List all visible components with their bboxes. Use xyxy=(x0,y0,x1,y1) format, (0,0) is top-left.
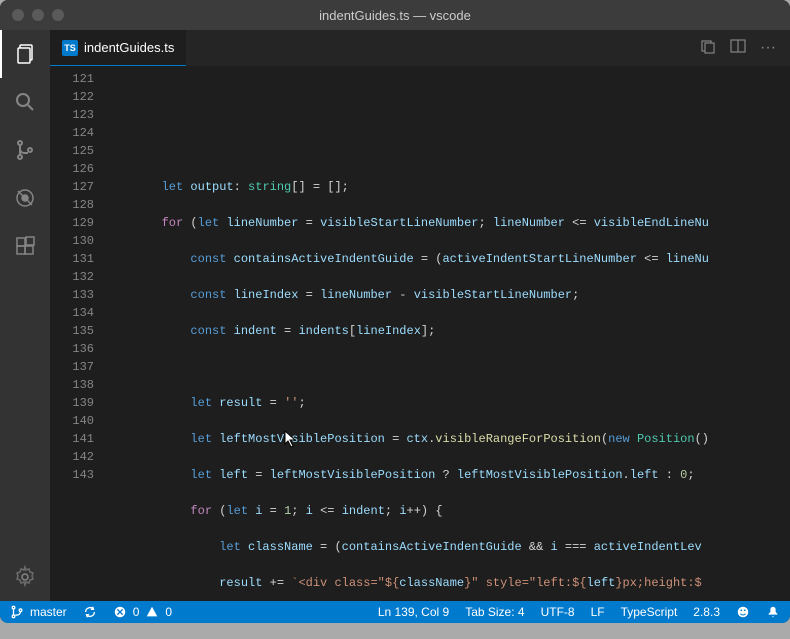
line-number: 133 xyxy=(50,286,94,304)
line-number: 137 xyxy=(50,358,94,376)
more-actions-icon[interactable]: ··· xyxy=(760,40,776,56)
mouse-cursor-icon xyxy=(284,430,298,448)
extensions-icon[interactable] xyxy=(0,222,50,270)
line-number: 131 xyxy=(50,250,94,268)
window-title: indentGuides.ts — vscode xyxy=(319,8,471,23)
code-content[interactable]: let output: string[] = []; for (let line… xyxy=(104,66,790,601)
code-editor[interactable]: 1211221231241251261271281291301311321331… xyxy=(50,66,790,601)
status-bell-icon[interactable] xyxy=(766,605,780,619)
close-window-button[interactable] xyxy=(12,9,24,21)
line-number: 127 xyxy=(50,178,94,196)
debug-icon[interactable] xyxy=(0,174,50,222)
line-number: 129 xyxy=(50,214,94,232)
activity-bar xyxy=(0,30,50,601)
line-number: 143 xyxy=(50,466,94,484)
status-problems[interactable]: 0 0 xyxy=(113,605,172,619)
explorer-icon[interactable] xyxy=(0,30,50,78)
status-language[interactable]: TypeScript xyxy=(621,605,678,619)
minimize-window-button[interactable] xyxy=(32,9,44,21)
titlebar: indentGuides.ts — vscode xyxy=(0,0,790,30)
source-control-icon[interactable] xyxy=(0,126,50,174)
status-feedback-icon[interactable] xyxy=(736,605,750,619)
status-encoding[interactable]: UTF-8 xyxy=(541,605,575,619)
status-sync[interactable] xyxy=(83,605,97,619)
line-number: 122 xyxy=(50,88,94,106)
line-number: 126 xyxy=(50,160,94,178)
typescript-file-icon: TS xyxy=(62,40,78,56)
line-number: 130 xyxy=(50,232,94,250)
maximize-window-button[interactable] xyxy=(52,9,64,21)
line-number: 142 xyxy=(50,448,94,466)
status-version[interactable]: 2.8.3 xyxy=(693,605,720,619)
tab-bar: TS indentGuides.ts ··· xyxy=(50,30,790,66)
search-icon[interactable] xyxy=(0,78,50,126)
status-branch[interactable]: master xyxy=(10,605,67,619)
line-number: 123 xyxy=(50,106,94,124)
status-tab-size[interactable]: Tab Size: 4 xyxy=(465,605,524,619)
line-numbers-gutter: 1211221231241251261271281291301311321331… xyxy=(50,66,104,601)
split-editor-icon[interactable] xyxy=(730,38,746,59)
status-cursor-position[interactable]: Ln 139, Col 9 xyxy=(378,605,449,619)
line-number: 139 xyxy=(50,394,94,412)
line-number: 125 xyxy=(50,142,94,160)
line-number: 141 xyxy=(50,430,94,448)
line-number: 128 xyxy=(50,196,94,214)
line-number: 136 xyxy=(50,340,94,358)
status-eol[interactable]: LF xyxy=(591,605,605,619)
line-number: 134 xyxy=(50,304,94,322)
line-number: 121 xyxy=(50,70,94,88)
window-controls[interactable] xyxy=(12,9,64,21)
settings-gear-icon[interactable] xyxy=(0,553,50,601)
line-number: 135 xyxy=(50,322,94,340)
line-number: 140 xyxy=(50,412,94,430)
line-number: 124 xyxy=(50,124,94,142)
line-number: 132 xyxy=(50,268,94,286)
tab-label: indentGuides.ts xyxy=(84,40,174,55)
status-bar: master 0 0 Ln 139, Col 9 Tab Size: 4 UTF… xyxy=(0,601,790,623)
line-number: 138 xyxy=(50,376,94,394)
compare-changes-icon[interactable] xyxy=(700,38,716,59)
tab-indentguides[interactable]: TS indentGuides.ts xyxy=(50,30,186,66)
